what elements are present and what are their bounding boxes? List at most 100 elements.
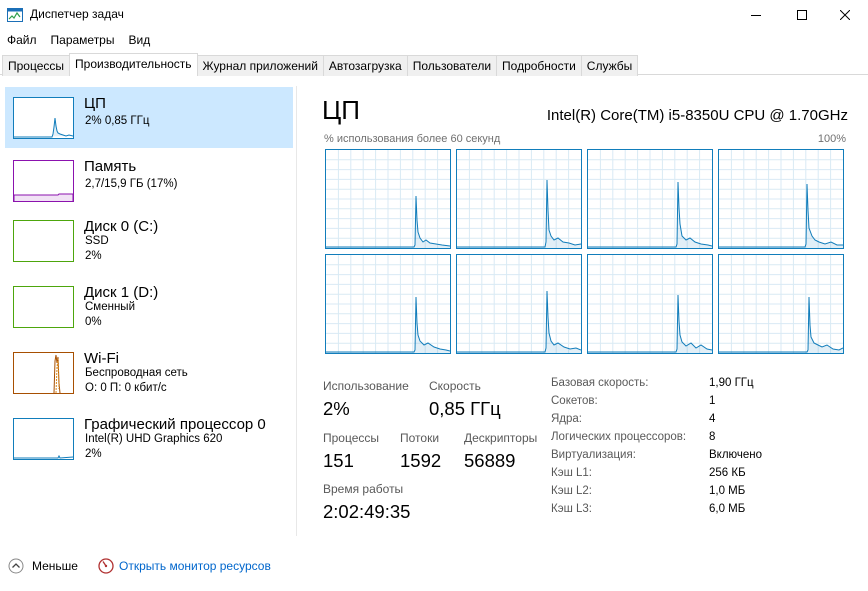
sidebar-item-wifi[interactable]: Wi-Fi Беспроводная сеть О: 0 П: 0 кбит/с: [5, 342, 293, 403]
usage-label: Использование: [323, 379, 409, 393]
fewer-details-button[interactable]: Меньше: [8, 558, 78, 574]
minimize-icon: [751, 15, 761, 16]
tab-details[interactable]: Подробности: [496, 55, 582, 76]
info-value: 1,0 МБ: [709, 485, 746, 497]
sidebar-item-cpu[interactable]: ЦП 2% 0,85 ГГц: [5, 87, 293, 148]
tab-services[interactable]: Службы: [580, 55, 639, 76]
info-key: Базовая скорость:: [551, 377, 649, 389]
sidebar-item-detail: О: 0 П: 0 кбит/с: [85, 382, 167, 394]
graph-max-label: 100%: [817, 133, 846, 145]
info-value: 1: [709, 395, 716, 407]
usage-value: 2%: [323, 398, 350, 419]
sidebar-item-gpu[interactable]: Графический процессор 0 Intel(R) UHD Gra…: [5, 408, 293, 469]
logical-processor-graph: [456, 254, 582, 354]
info-row: Логических процессоров: 8: [551, 431, 851, 449]
info-value: 1,90 ГГц: [709, 377, 754, 389]
wifi-thumbnail-graph: [13, 352, 74, 394]
logical-processor-graph: [456, 149, 582, 249]
menu-file[interactable]: Файл: [0, 31, 44, 51]
sidebar-item-name: Диск 1 (D:): [84, 284, 159, 301]
page-title: ЦП: [322, 95, 360, 125]
info-row: Базовая скорость: 1,90 ГГц: [551, 377, 851, 395]
tab-app-history[interactable]: Журнал приложений: [196, 55, 324, 76]
logical-processor-graphs[interactable]: [325, 149, 847, 354]
threads-label: Потоки: [400, 431, 440, 445]
window-title: Диспетчер задач: [30, 7, 124, 21]
resource-sidebar: ЦП 2% 0,85 ГГц Память 2,7/15,9 ГБ (17%) …: [0, 86, 296, 536]
sidebar-item-memory[interactable]: Память 2,7/15,9 ГБ (17%): [5, 150, 293, 211]
gpu-thumbnail-graph: [13, 418, 74, 460]
logical-processor-graph: [325, 254, 451, 354]
maximize-icon: [797, 10, 807, 20]
resource-monitor-icon: [98, 558, 114, 574]
tab-performance[interactable]: Производительность: [69, 53, 198, 76]
info-value: Включено: [709, 449, 763, 461]
minimize-button[interactable]: [733, 0, 779, 30]
info-key: Виртуализация:: [551, 449, 636, 461]
logical-processor-graph: [718, 254, 844, 354]
handles-value: 56889: [464, 450, 516, 471]
tab-users[interactable]: Пользователи: [406, 55, 498, 76]
footer-bar: Меньше Открыть монитор ресурсов: [0, 550, 868, 582]
info-row: Виртуализация: Включено: [551, 449, 851, 467]
menu-bar: Файл Параметры Вид: [0, 31, 157, 51]
info-row: Кэш L2: 1,0 МБ: [551, 485, 851, 503]
cpu-model-name: Intel(R) Core(TM) i5-8350U CPU @ 1.70GHz: [546, 107, 848, 124]
logical-processor-graph: [718, 149, 844, 249]
open-resource-monitor-label: Открыть монитор ресурсов: [119, 559, 271, 573]
logical-processor-graph: [325, 149, 451, 249]
threads-value: 1592: [400, 450, 442, 471]
cpu-thumbnail-graph: [13, 97, 74, 139]
sidebar-item-name: Графический процессор 0: [84, 416, 266, 433]
sidebar-item-name: ЦП: [84, 95, 106, 112]
sidebar-item-disk-0[interactable]: Диск 0 (C:) SSD 2%: [5, 210, 293, 271]
info-row: Кэш L3: 6,0 МБ: [551, 503, 851, 521]
sidebar-item-detail: SSD: [85, 235, 109, 247]
info-key: Кэш L1:: [551, 467, 592, 479]
info-value: 8: [709, 431, 716, 443]
info-value: 6,0 МБ: [709, 503, 746, 515]
info-value: 256 КБ: [709, 467, 746, 479]
open-resource-monitor-link[interactable]: Открыть монитор ресурсов: [98, 558, 271, 574]
processes-label: Процессы: [323, 431, 380, 445]
logical-processor-graph: [587, 254, 713, 354]
menu-options[interactable]: Параметры: [44, 31, 122, 51]
memory-thumbnail-graph: [13, 160, 74, 202]
close-icon: [840, 10, 850, 20]
speed-label: Скорость: [429, 379, 481, 393]
task-manager-icon: [7, 8, 23, 22]
close-button[interactable]: [822, 0, 868, 30]
sidebar-item-detail: Intel(R) UHD Graphics 620: [85, 433, 223, 445]
title-bar: Диспетчер задач: [0, 0, 868, 30]
tab-processes[interactable]: Процессы: [2, 55, 71, 76]
sidebar-item-name: Память: [84, 158, 137, 175]
info-row: Сокетов: 1: [551, 395, 851, 413]
menu-view[interactable]: Вид: [121, 31, 157, 51]
maximize-button[interactable]: [779, 0, 825, 30]
sidebar-item-detail: 2%: [85, 448, 102, 460]
info-key: Логических процессоров:: [551, 431, 687, 443]
sidebar-item-name: Wi-Fi: [84, 350, 119, 367]
speed-value: 0,85 ГГц: [429, 398, 501, 419]
tab-startup[interactable]: Автозагрузка: [322, 55, 408, 76]
sidebar-item-detail: 2% 0,85 ГГц: [85, 115, 150, 127]
sidebar-item-detail: 2,7/15,9 ГБ (17%): [85, 178, 178, 190]
sidebar-item-detail: Сменный: [85, 301, 135, 313]
sidebar-item-disk-1[interactable]: Диск 1 (D:) Сменный 0%: [5, 276, 293, 337]
processes-value: 151: [323, 450, 354, 471]
logical-processor-graph: [587, 149, 713, 249]
info-row: Кэш L1: 256 КБ: [551, 467, 851, 485]
info-key: Сокетов:: [551, 395, 598, 407]
sidebar-item-detail: 2%: [85, 250, 102, 262]
info-value: 4: [709, 413, 716, 425]
chevron-up-icon: [8, 558, 24, 574]
uptime-label: Время работы: [323, 482, 404, 496]
info-row: Ядра: 4: [551, 413, 851, 431]
sidebar-item-detail: 0%: [85, 316, 102, 328]
uptime-value: 2:02:49:35: [323, 501, 411, 522]
info-key: Ядра:: [551, 413, 583, 425]
fewer-details-label: Меньше: [32, 559, 78, 573]
disk-0-thumbnail-graph: [13, 220, 74, 262]
tab-strip: Процессы Производительность Журнал прило…: [2, 53, 639, 76]
sidebar-item-name: Диск 0 (C:): [84, 218, 159, 235]
